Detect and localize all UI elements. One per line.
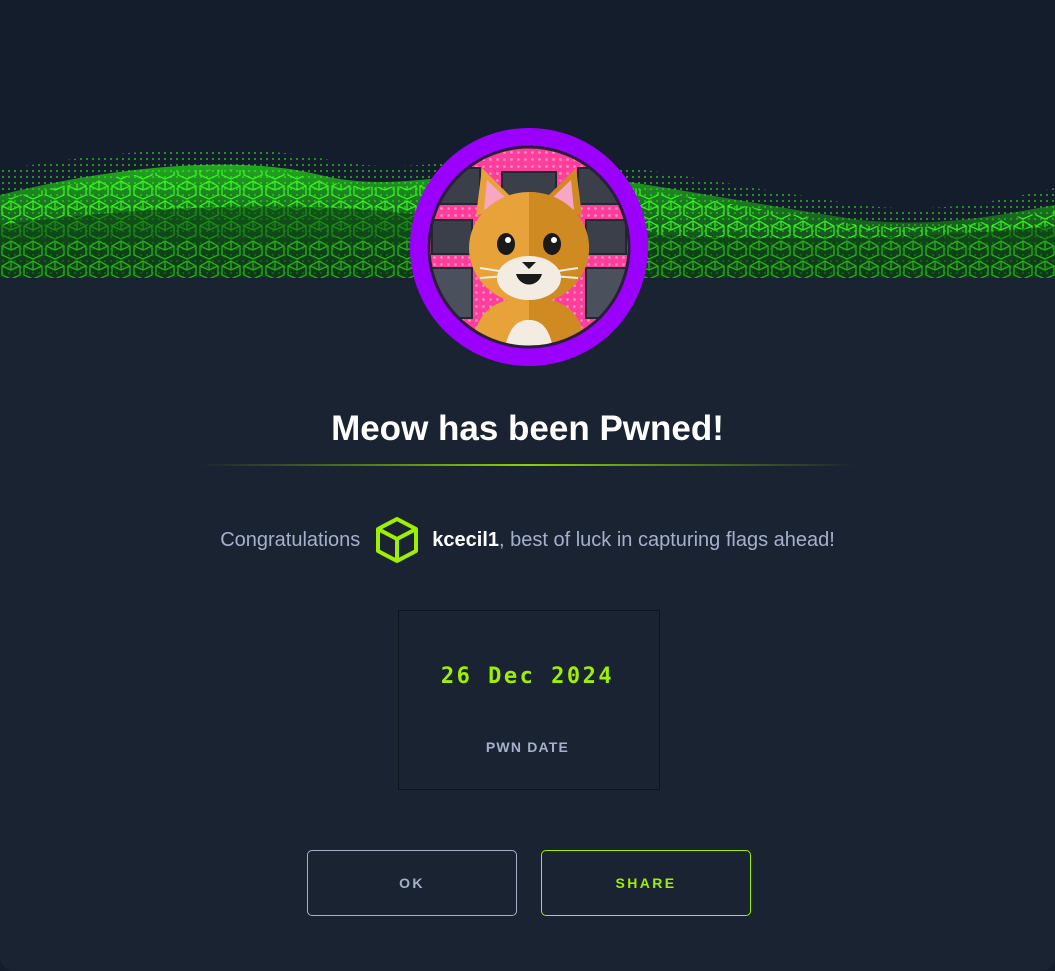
share-button[interactable]: SHARE — [541, 850, 751, 916]
congratulations-message: Congratulations kcecil1 , best of luck i… — [0, 515, 1055, 565]
pwned-title: Meow has been Pwned! — [331, 409, 724, 448]
pwned-modal: Meow has been Pwned! Congratulations kce… — [0, 0, 1055, 971]
ok-button[interactable]: OK — [307, 850, 517, 916]
username-link[interactable]: kcecil1 — [432, 529, 499, 552]
congrats-prefix: Congratulations — [220, 528, 361, 551]
title-divider — [200, 464, 856, 466]
congrats-suffix: , best of luck in capturing flags ahead! — [499, 528, 835, 551]
pwn-date-value: 26 Dec 2024 — [440, 664, 615, 689]
machine-avatar — [410, 128, 648, 366]
pwn-date-card — [398, 610, 660, 790]
hexagon-cube-icon — [374, 516, 420, 564]
cat-avatar-icon — [427, 145, 631, 349]
pwn-date-label: PWN DATE — [485, 739, 570, 755]
